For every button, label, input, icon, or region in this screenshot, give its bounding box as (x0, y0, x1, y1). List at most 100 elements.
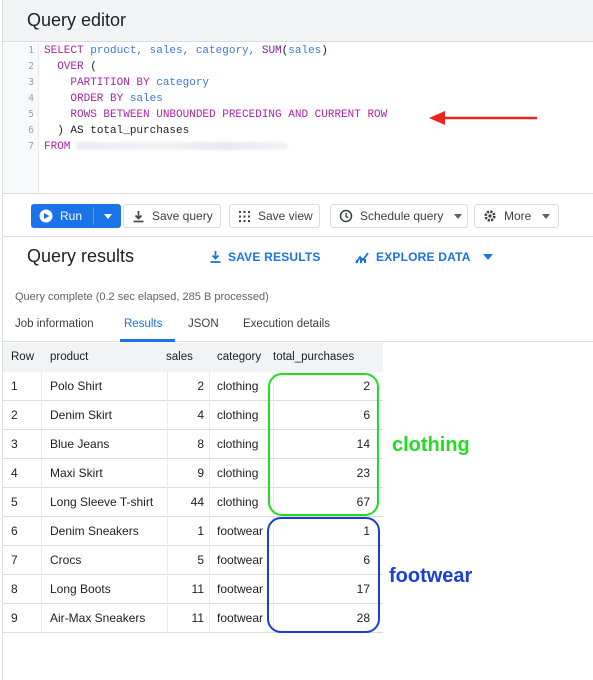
line-number: 6 (28, 125, 34, 136)
code-line: PARTITION BY category (44, 77, 209, 89)
col-sales: 11 (191, 611, 204, 625)
chevron-down-icon[interactable] (482, 254, 493, 260)
code-line: ROWS BETWEEN UNBOUNDED PRECEDING AND CUR… (44, 109, 387, 121)
column-divider (41, 372, 42, 401)
col-category: clothing (217, 408, 259, 422)
run-label: Run (60, 209, 83, 223)
code-line: ) AS total_purchases (44, 125, 189, 137)
tab-execution-details[interactable]: Execution details (243, 318, 330, 330)
line-number: 3 (28, 77, 34, 88)
redacted-table-name (76, 142, 289, 151)
clothing-annotation: clothing (392, 434, 470, 456)
save-results-button[interactable]: SAVE RESULTS (209, 250, 321, 264)
col-product: Denim Sneakers (50, 524, 139, 538)
code-token: ( (90, 61, 97, 73)
code-token: FROM (44, 141, 71, 153)
col-category: clothing (217, 437, 259, 451)
column-divider (41, 575, 42, 604)
col-product: Denim Skirt (50, 408, 113, 422)
col-sales: 44 (190, 495, 204, 509)
col-product: Long Sleeve T-shirt (50, 495, 154, 509)
results-tabs: Job information Results JSON Execution d… (3, 312, 593, 342)
line-number: 7 (28, 141, 34, 152)
chart-icon (355, 251, 369, 263)
code-token: sales (129, 93, 163, 105)
run-button[interactable]: Run (31, 204, 121, 228)
col-category: clothing (217, 466, 259, 480)
column-divider (209, 401, 210, 430)
chevron-down-icon (542, 213, 551, 219)
column-divider (41, 401, 42, 430)
column-divider (41, 517, 42, 546)
more-button[interactable]: More (474, 204, 559, 228)
header-col-product: product (50, 351, 89, 363)
bigquery-workspace: Query editor 1 2 3 4 5 6 7 SELECT product, sal… (2, 0, 593, 680)
footwear-annotation: footwear (389, 565, 473, 587)
header-col-row: Row (11, 351, 35, 363)
active-tab-indicator (120, 339, 175, 342)
col-sales: 5 (197, 553, 204, 567)
query-status: Query complete (0.2 sec elapsed, 285 B p… (15, 291, 269, 303)
col-product: Air-Max Sneakers (50, 611, 146, 625)
code-token: OVER (44, 61, 91, 73)
col-row: 7 (11, 553, 18, 567)
clock-icon (339, 209, 353, 223)
save-query-button[interactable]: Save query (123, 204, 221, 228)
chevron-down-icon (454, 213, 463, 219)
tab-json[interactable]: JSON (188, 318, 219, 330)
col-sales: 1 (197, 524, 204, 538)
query-toolbar: Run Save query Save view Schedule query … (3, 193, 593, 237)
run-main[interactable]: Run (31, 204, 93, 228)
query-results-header: Query results SAVE RESULTS EXPLORE DATA (3, 238, 593, 278)
save-view-button[interactable]: Save view (229, 204, 320, 228)
col-category: clothing (217, 495, 259, 509)
col-category: footwear (217, 582, 264, 596)
red-arrow-annotation (429, 111, 537, 125)
line-number: 1 (28, 45, 34, 56)
code-token: PARTITION BY (44, 77, 157, 89)
col-row: 2 (11, 408, 18, 422)
line-number: 5 (28, 109, 34, 120)
col-row: 1 (11, 379, 18, 393)
code-token: product, sales, category, (90, 45, 262, 57)
page-title: Query editor (27, 10, 127, 30)
column-divider (209, 604, 210, 633)
explore-data-label: EXPLORE DATA (376, 250, 471, 264)
col-row: 5 (11, 495, 18, 509)
table-header: Row product sales category total_purchases (3, 343, 383, 372)
col-sales: 8 (197, 437, 204, 451)
play-icon (39, 209, 53, 223)
line-number: 4 (28, 93, 34, 104)
explore-data-button[interactable]: EXPLORE DATA (355, 250, 493, 264)
chevron-down-icon (103, 213, 112, 219)
tab-job-information[interactable]: Job information (15, 318, 94, 330)
column-divider (209, 488, 210, 517)
code-token: ) AS (44, 125, 91, 137)
grid-icon (239, 210, 250, 222)
code-line: SELECT product, sales, category, SUM(sal… (44, 45, 328, 57)
col-sales: 11 (191, 582, 204, 596)
code-token: ) (321, 45, 328, 57)
col-row: 6 (11, 524, 18, 538)
col-product: Maxi Skirt (50, 466, 103, 480)
column-divider (41, 459, 42, 488)
col-category: footwear (217, 524, 264, 538)
gear-icon (484, 210, 496, 222)
tab-results[interactable]: Results (124, 318, 162, 330)
code-token: total_purchases (90, 125, 190, 137)
code-token: ORDER BY (44, 93, 130, 105)
results-title: Query results (27, 246, 135, 266)
header-col-sales: sales (166, 351, 193, 363)
line-number: 2 (28, 61, 34, 72)
col-product: Long Boots (50, 582, 111, 596)
run-dropdown-button[interactable] (94, 204, 121, 228)
schedule-query-button[interactable]: Schedule query (330, 204, 468, 228)
footwear-highlight-box (267, 517, 380, 633)
col-category: footwear (217, 553, 264, 567)
line-number-gutter: 1 2 3 4 5 6 7 (3, 43, 39, 193)
column-divider (209, 430, 210, 459)
col-sales: 9 (197, 466, 204, 480)
save-icon (133, 210, 144, 222)
column-divider (209, 459, 210, 488)
col-row: 3 (11, 437, 18, 451)
